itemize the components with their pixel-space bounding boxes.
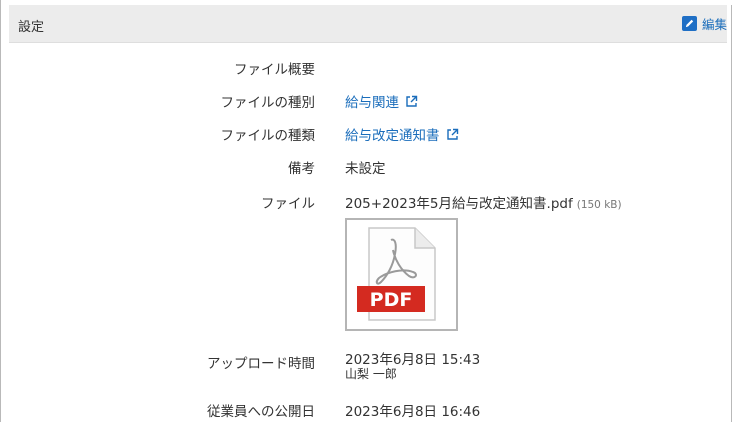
edit-label: 編集 [701, 17, 727, 32]
publish-label: 従業員への公開日 [207, 404, 315, 420]
file-size: (150 kB) [576, 199, 622, 211]
file-type-link[interactable]: 給与改定通知書 [345, 128, 440, 144]
file-name[interactable]: 205+2023年5月給与改定通知書.pdf [345, 196, 573, 212]
publish-time: 2023年6月8日 16:46 [345, 404, 481, 420]
overview-label: ファイル概要 [234, 62, 315, 78]
file-type-label: ファイルの種類 [220, 128, 316, 144]
upload-time: 2023年6月8日 15:43 [345, 352, 481, 368]
pdf-badge-text: PDF [370, 289, 413, 311]
notes-label: 備考 [288, 161, 315, 177]
file-category-label: ファイルの種別 [220, 95, 316, 111]
file-category-value: 給与関連 [345, 91, 418, 112]
pencil-icon [681, 16, 697, 31]
file-type-value: 給与改定通知書 [345, 124, 459, 145]
edit-button[interactable]: 編集 [681, 14, 727, 33]
external-link-icon[interactable] [446, 128, 459, 145]
upload-label: アップロード時間 [207, 356, 315, 372]
settings-panel: 設定 編集 ファイル概要 ファイルの種別 給与関連 ファイルの種類 給与改定通知… [0, 0, 732, 422]
file-info: 205+2023年5月給与改定通知書.pdf (150 kB) [345, 192, 622, 212]
file-label: ファイル [261, 196, 315, 212]
pdf-file-icon: PDF [357, 227, 436, 321]
section-title: 設定 [18, 20, 45, 35]
uploader-name: 山梨 一郎 [345, 367, 397, 381]
upload-info: 2023年6月8日 15:43 山梨 一郎 [345, 352, 480, 381]
external-link-icon[interactable] [405, 95, 418, 112]
file-category-link[interactable]: 給与関連 [345, 95, 399, 111]
section-header: 設定 編集 [9, 5, 727, 43]
pdf-thumbnail[interactable]: PDF [345, 218, 458, 331]
notes-value: 未設定 [345, 161, 386, 177]
